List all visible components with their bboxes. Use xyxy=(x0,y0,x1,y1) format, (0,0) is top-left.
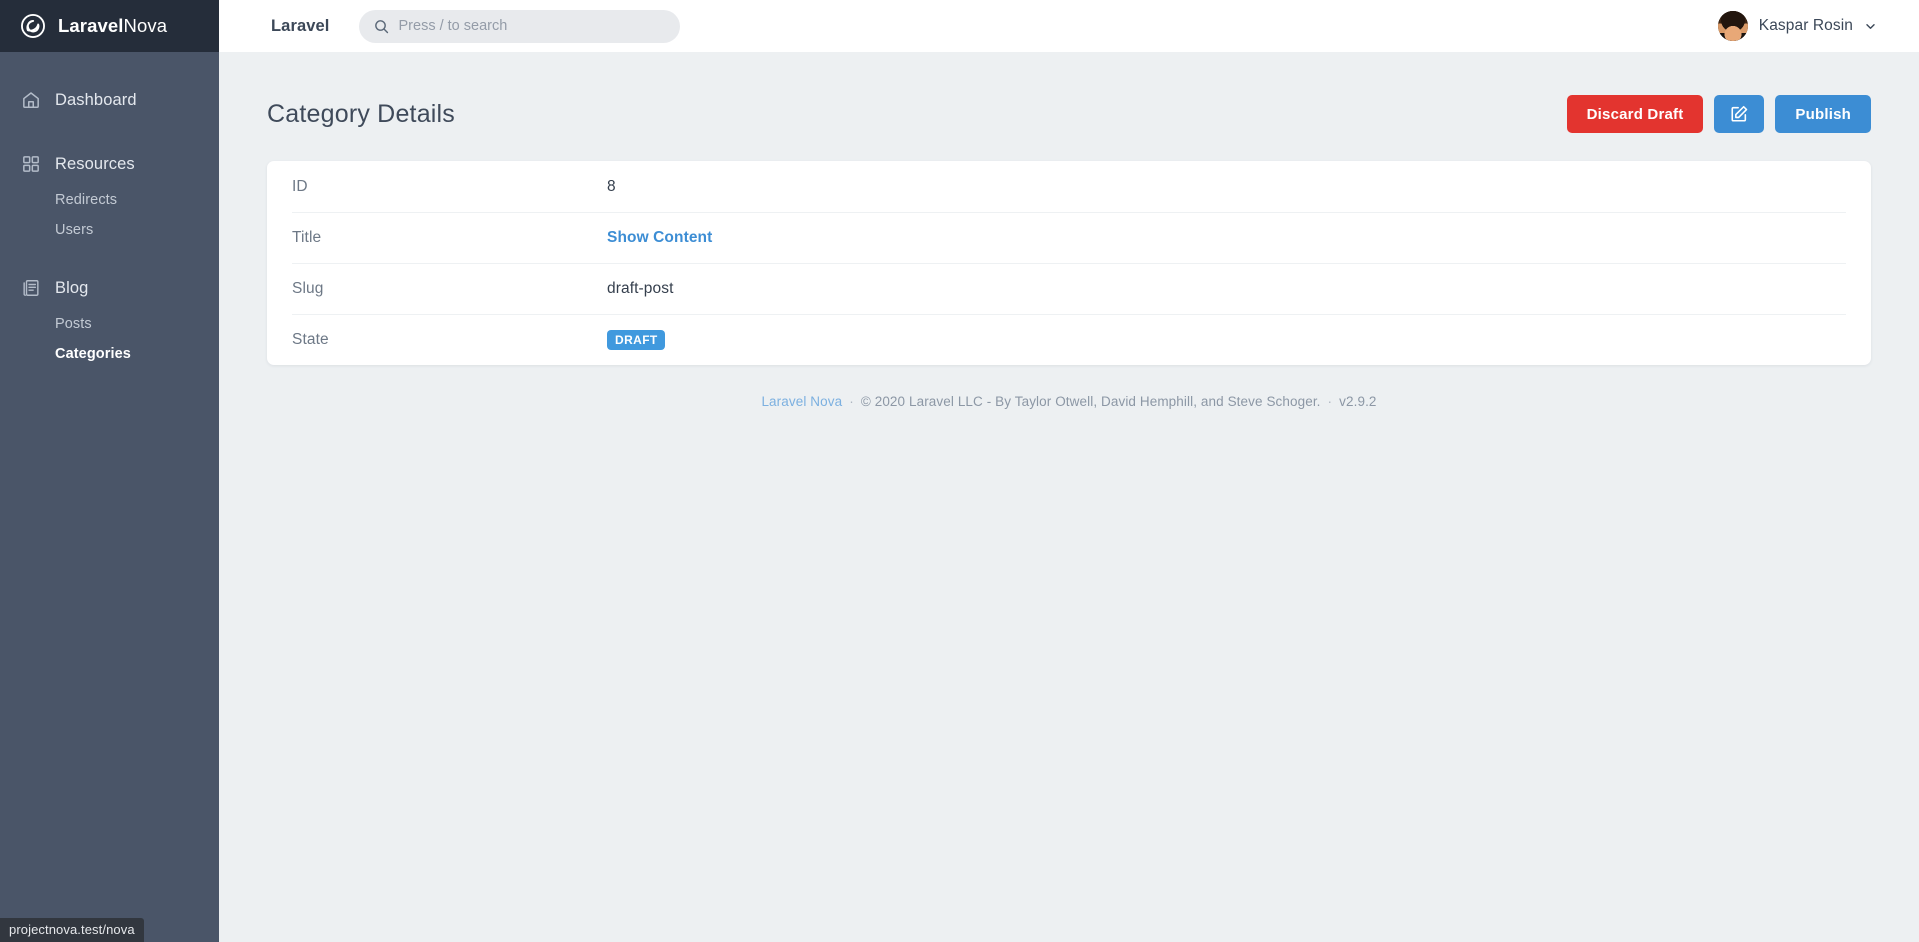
sidebar-item-posts[interactable]: Posts xyxy=(0,309,219,339)
detail-row-slug: Slug draft-post xyxy=(267,263,1871,314)
sidebar-group-resources: Resources Redirects Users xyxy=(0,143,219,245)
footer-version: v2.9.2 xyxy=(1339,394,1377,409)
status-badge: DRAFT xyxy=(607,329,665,350)
detail-label-title: Title xyxy=(292,228,322,246)
sidebar-item-dashboard-label: Dashboard xyxy=(55,90,137,109)
detail-row-state: State DRAFT xyxy=(267,314,1871,365)
detail-card: ID 8 Title Show Content Slug draft-post … xyxy=(267,161,1871,365)
content-wrapper: Category Details Discard Draft Publish I… xyxy=(219,52,1919,409)
search-input[interactable] xyxy=(398,18,666,34)
sidebar-group-blog: Blog Posts Categories xyxy=(0,267,219,369)
detail-value-slug: draft-post xyxy=(607,279,674,297)
detail-value-state: DRAFT xyxy=(607,329,665,350)
sidebar-item-blog-label: Blog xyxy=(55,278,89,297)
sidebar-item-dashboard[interactable]: Dashboard xyxy=(0,79,219,121)
logo-brand-bold: Laravel xyxy=(58,15,124,36)
publish-button[interactable]: Publish xyxy=(1775,95,1871,133)
detail-row-id: ID 8 xyxy=(267,161,1871,212)
page-title: Category Details xyxy=(267,99,456,128)
sidebar-group-dashboard: Dashboard xyxy=(0,79,219,121)
page-actions: Discard Draft Publish xyxy=(1566,95,1871,133)
search-icon xyxy=(374,19,388,33)
topbar-brand: Laravel xyxy=(271,16,330,35)
discard-draft-button[interactable]: Discard Draft xyxy=(1566,95,1704,133)
nova-spiral-logo-icon xyxy=(21,14,45,38)
sidebar-nav: Dashboard Resources Redirects Users Blog… xyxy=(0,52,219,369)
sidebar-item-redirects[interactable]: Redirects xyxy=(0,185,219,215)
sidebar-logo[interactable]: LaravelNova xyxy=(0,0,219,52)
detail-label-state: State xyxy=(292,330,329,348)
user-menu[interactable]: Kaspar Rosin xyxy=(1717,11,1877,41)
detail-value-id: 8 xyxy=(607,177,616,195)
home-icon xyxy=(23,92,39,108)
logo-brand-light: Nova xyxy=(123,15,168,36)
sidebar-item-categories[interactable]: Categories xyxy=(0,339,219,369)
detail-label-id: ID xyxy=(292,177,308,195)
sidebar-item-blog[interactable]: Blog xyxy=(0,267,219,309)
document-list-icon xyxy=(23,280,39,296)
search-box[interactable] xyxy=(358,9,680,43)
detail-label-slug: Slug xyxy=(292,279,324,297)
detail-row-title: Title Show Content xyxy=(267,212,1871,263)
page-header: Category Details Discard Draft Publish xyxy=(267,92,1871,136)
topbar: Laravel Kaspar Rosin xyxy=(219,0,1919,52)
sidebar-item-resources-label: Resources xyxy=(55,154,135,173)
edit-pencil-square-icon xyxy=(1731,105,1748,122)
grid-icon xyxy=(23,156,39,172)
footer-separator-2: · xyxy=(1327,394,1333,409)
sidebar-item-resources[interactable]: Resources xyxy=(0,143,219,185)
sidebar-logo-text: LaravelNova xyxy=(58,15,167,37)
user-name: Kaspar Rosin xyxy=(1758,17,1853,34)
footer-separator-1: · xyxy=(849,394,854,409)
chevron-down-icon xyxy=(1866,23,1875,29)
edit-button[interactable] xyxy=(1714,95,1765,133)
main-content: Category Details Discard Draft Publish I… xyxy=(219,52,1919,942)
footer-nova-link[interactable]: Laravel Nova xyxy=(761,394,842,409)
detail-value-title-link[interactable]: Show Content xyxy=(607,229,712,247)
avatar xyxy=(1717,11,1748,41)
browser-status-bar-url: projectnova.test/nova xyxy=(0,918,144,942)
footer-copyright: © 2020 Laravel LLC - By Taylor Otwell, D… xyxy=(860,394,1321,409)
sidebar: LaravelNova Dashboard Resources Redirect… xyxy=(0,0,219,942)
footer: Laravel Nova · © 2020 Laravel LLC - By T… xyxy=(267,394,1871,409)
sidebar-item-users[interactable]: Users xyxy=(0,215,219,245)
